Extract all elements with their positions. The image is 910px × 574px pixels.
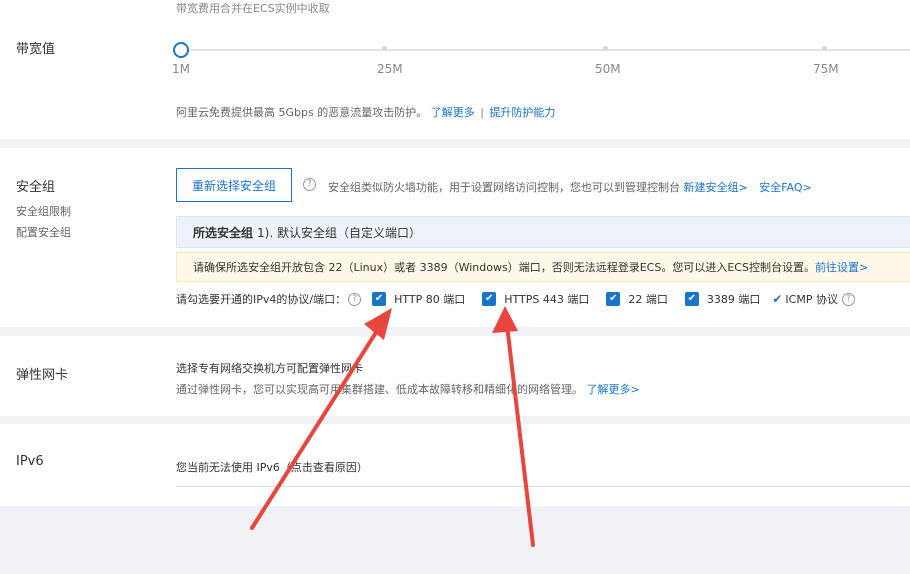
port-https-443[interactable]: ✔ HTTPS 443 端口 bbox=[482, 291, 589, 307]
port-label: 3389 端口 bbox=[706, 293, 761, 306]
selected-security-group-box: 所选安全组 1). 默认安全组（自定义端口） bbox=[176, 216, 910, 248]
ipv6-section: IPv6 bbox=[0, 424, 910, 506]
checkbox-checked-icon[interactable]: ✔ bbox=[372, 292, 387, 306]
port-ssh-22[interactable]: ✔ 22 端口 bbox=[606, 291, 668, 307]
tick-label-25m: 25M bbox=[377, 62, 403, 76]
bandwidth-billing-note: 带宽费用合并在ECS实例中收取 bbox=[176, 2, 330, 15]
help-icon[interactable]: ? bbox=[348, 292, 362, 306]
ports-row: 请勾选要开通的IPv4的协议/端口： ? ✔ HTTP 80 端口 ✔ HTTP… bbox=[176, 289, 910, 309]
eni-learn-more-link[interactable]: 了解更多> bbox=[587, 383, 640, 396]
security-group-description: 安全组类似防火墙功能，用于设置网络访问控制，您也可以到管理控制台 新建安全组> … bbox=[328, 179, 812, 195]
create-security-group-link[interactable]: 新建安全组> bbox=[684, 181, 748, 194]
bandwidth-slider-track[interactable] bbox=[181, 49, 910, 51]
ddos-text: 阿里云免费提供最高 5Gbps 的恶意流量攻击防护。 bbox=[176, 106, 428, 119]
improve-protection-link[interactable]: 提升防护能力 bbox=[489, 106, 555, 119]
port-label: HTTP 80 端口 bbox=[394, 293, 466, 306]
checkbox-checked-icon[interactable]: ✔ bbox=[482, 292, 497, 306]
security-group-sublabel-1: 安全组限制 bbox=[16, 205, 71, 218]
divider bbox=[176, 486, 910, 487]
reselect-security-group-button[interactable]: 重新选择安全组 bbox=[176, 168, 292, 202]
port-http-80[interactable]: ✔ HTTP 80 端口 bbox=[372, 291, 465, 307]
slider-tick bbox=[382, 46, 387, 51]
slider-tick bbox=[603, 46, 608, 51]
security-group-sublabel-2: 配置安全组 bbox=[16, 226, 71, 239]
eni-section: 弹性网卡 bbox=[0, 336, 910, 416]
port-warning-box: 请确保所选安全组开放包含 22（Linux）或者 3389（Windows）端口… bbox=[176, 252, 910, 282]
bandwidth-section: 带宽费用合并在ECS实例中收取 带宽值 1M 25M 50M 75M 阿里云免费… bbox=[0, 0, 910, 139]
checkbox-checked-icon[interactable]: ✔ bbox=[606, 292, 621, 306]
eni-label: 弹性网卡 bbox=[16, 368, 69, 383]
check-icon: ✔ bbox=[772, 292, 783, 306]
link-separator: | bbox=[480, 106, 484, 119]
ipv6-note[interactable]: 您当前无法使用 IPv6（点击查看原因） bbox=[176, 459, 368, 475]
eni-desc-text: 通过弹性网卡，您可以实现高可用集群搭建、低成本故障转移和精细化的网络管理。 bbox=[176, 383, 583, 396]
selected-security-group-title: 所选安全组 bbox=[193, 225, 254, 240]
port-rdp-3389[interactable]: ✔ 3389 端口 bbox=[684, 291, 761, 307]
bandwidth-label: 带宽值 bbox=[16, 42, 56, 57]
goto-settings-link[interactable]: 前往设置> bbox=[815, 259, 868, 275]
security-faq-link[interactable]: 安全FAQ> bbox=[759, 181, 812, 194]
port-label: 22 端口 bbox=[628, 293, 668, 306]
tick-label-1m: 1M bbox=[172, 62, 190, 76]
ports-prompt: 请勾选要开通的IPv4的协议/端口： bbox=[176, 293, 347, 306]
checkbox-checked-icon[interactable]: ✔ bbox=[684, 292, 699, 306]
bandwidth-slider-handle[interactable] bbox=[173, 42, 189, 58]
security-group-label: 安全组 bbox=[16, 180, 56, 195]
tick-label-75m: 75M bbox=[813, 62, 839, 76]
port-label: HTTPS 443 端口 bbox=[504, 293, 590, 306]
eni-title: 选择专有网络交换机方可配置弹性网卡 bbox=[176, 362, 363, 375]
ipv6-label: IPv6 bbox=[16, 454, 44, 469]
security-group-desc-text: 安全组类似防火墙功能，用于设置网络访问控制，您也可以到管理控制台 bbox=[328, 181, 680, 194]
help-icon[interactable]: ? bbox=[841, 292, 855, 306]
selected-security-group-value: 1). 默认安全组（自定义端口） bbox=[257, 225, 421, 240]
ddos-learn-more-link[interactable]: 了解更多 bbox=[431, 106, 475, 119]
eni-description: 通过弹性网卡，您可以实现高可用集群搭建、低成本故障转移和精细化的网络管理。 了解… bbox=[176, 381, 640, 397]
ddos-note: 阿里云免费提供最高 5Gbps 的恶意流量攻击防护。 了解更多 | 提升防护能力 bbox=[176, 104, 555, 120]
tick-label-50m: 50M bbox=[595, 62, 621, 76]
port-warning-text: 请确保所选安全组开放包含 22（Linux）或者 3389（Windows）端口… bbox=[193, 261, 815, 274]
slider-tick bbox=[822, 46, 827, 51]
icmp-label: ICMP 协议 bbox=[785, 293, 838, 306]
icmp-protocol: ✔ ICMP 协议 ? bbox=[772, 291, 855, 307]
help-icon[interactable]: ? bbox=[303, 178, 316, 191]
